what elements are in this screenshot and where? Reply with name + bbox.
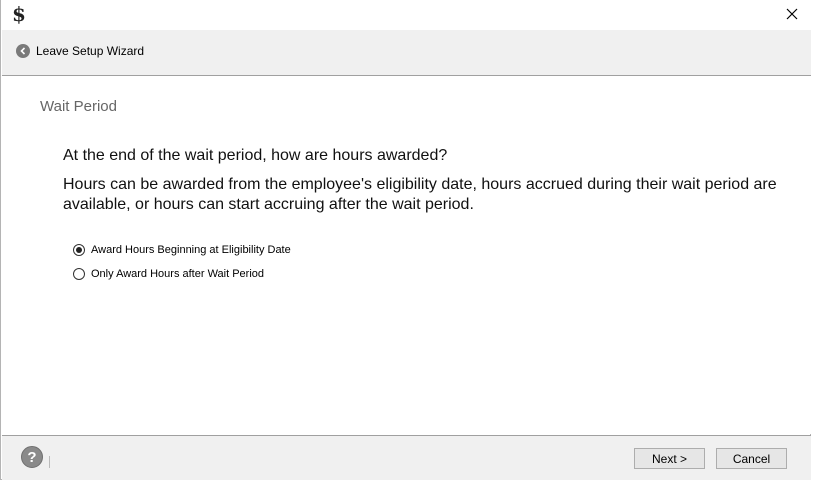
- radio-label: Award Hours Beginning at Eligibility Dat…: [91, 244, 291, 256]
- wizard-window: $ Leave Setup Wizard Wait Period At the …: [0, 0, 812, 480]
- radio-label: Only Award Hours after Wait Period: [91, 268, 265, 280]
- navigation-bar: Leave Setup Wizard: [2, 30, 811, 76]
- question-text: At the end of the wait period, how are h…: [63, 147, 448, 164]
- wizard-footer: ? Next > Cancel: [2, 435, 811, 480]
- close-icon: [786, 8, 798, 20]
- title-bar: $: [1, 0, 812, 30]
- close-button[interactable]: [774, 0, 810, 28]
- dollar-icon: $: [12, 2, 26, 26]
- back-button-label: Leave Setup Wizard: [36, 44, 145, 58]
- wizard-content: Wait Period At the end of the wait perio…: [2, 76, 811, 434]
- divider: [49, 456, 50, 468]
- page-title: Wait Period: [40, 98, 117, 115]
- radio-button-selected[interactable]: [73, 244, 85, 256]
- description-text: Hours can be awarded from the employee's…: [63, 176, 777, 213]
- next-button[interactable]: Next >: [634, 448, 705, 469]
- radio-award-eligibility-date[interactable]: Award Hours Beginning at Eligibility Dat…: [73, 244, 291, 256]
- radio-button[interactable]: [73, 268, 85, 280]
- back-arrow-icon: [16, 44, 30, 58]
- back-button[interactable]: Leave Setup Wizard: [16, 44, 144, 58]
- radio-award-after-wait-period[interactable]: Only Award Hours after Wait Period: [73, 268, 264, 280]
- cancel-button[interactable]: Cancel: [716, 448, 787, 469]
- help-icon[interactable]: ?: [21, 446, 43, 468]
